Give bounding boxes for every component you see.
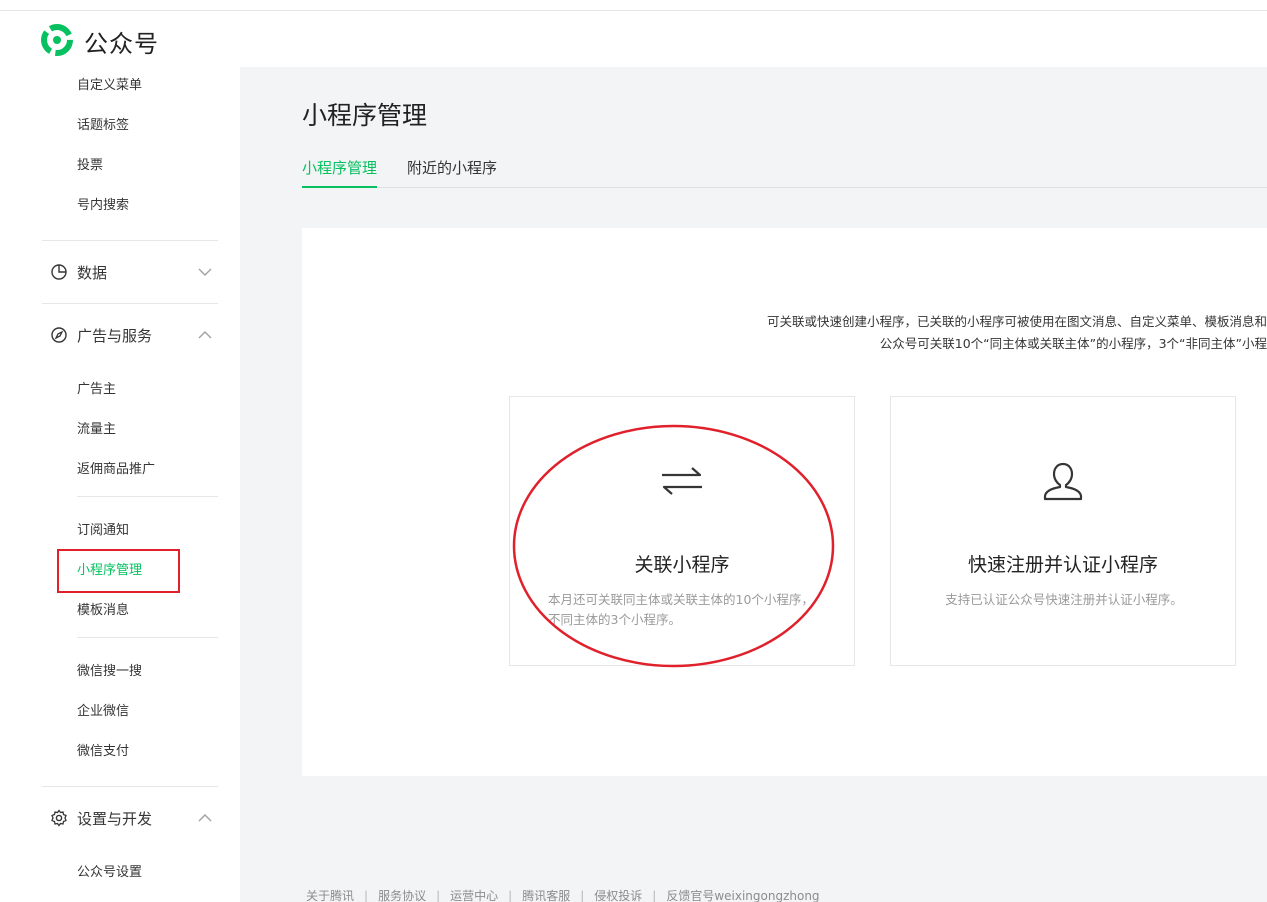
description-line-2: 公众号可关联10个“同主体或关联主体”的小程序，3个“非同主体”小程 (879, 336, 1267, 351)
top-strip (0, 0, 1267, 10)
sidebar-group-label: 广告与服务 (77, 327, 153, 345)
tab-bar: 小程序管理 附近的小程序 (302, 155, 1267, 188)
sidebar-item-advertiser[interactable]: 广告主 (77, 378, 116, 397)
footer-link-terms[interactable]: 服务协议 (378, 887, 426, 902)
footer-link-about[interactable]: 关于腾讯 (306, 887, 354, 902)
sidebar-divider (77, 637, 218, 638)
footer-link-feedback[interactable]: 反馈官号weixingongzhong (666, 887, 819, 902)
chevron-up-icon (198, 814, 212, 822)
footer-link-support[interactable]: 腾讯客服 (522, 887, 570, 902)
card-title: 快速注册并认证小程序 (967, 554, 1158, 576)
sidebar-divider (42, 303, 218, 304)
sidebar-divider (42, 786, 218, 787)
footer-links: 关于腾讯 | 服务协议 | 运营中心 | 腾讯客服 | 侵权投诉 | 反馈官号weixingongz… (306, 887, 820, 902)
sidebar-divider (42, 240, 218, 241)
footer-separator: | (580, 889, 585, 902)
user-icon (1043, 462, 1083, 501)
tab-miniprogram-manage[interactable]: 小程序管理 (302, 157, 378, 188)
highlight-box (57, 549, 180, 593)
pie-chart-icon (51, 264, 67, 280)
sidebar (0, 67, 240, 902)
chevron-up-icon (198, 331, 212, 339)
header-bar: 公众号 (0, 10, 1267, 67)
sidebar-divider (77, 496, 218, 497)
sidebar-item-wechat-search[interactable]: 微信搜一搜 (77, 660, 142, 679)
sidebar-item-commission[interactable]: 返佣商品推广 (77, 458, 155, 477)
card-description: 支持已认证公众号快速注册并认证小程序。 (945, 592, 1183, 607)
footer-separator: | (508, 889, 513, 902)
sidebar-item-vote[interactable]: 投票 (77, 154, 103, 173)
footer-link-operations[interactable]: 运营中心 (450, 887, 498, 902)
tab-nearby-miniprogram[interactable]: 附近的小程序 (407, 157, 497, 188)
sidebar-item-publisher[interactable]: 流量主 (77, 418, 116, 437)
sidebar-group-ads[interactable]: 广告与服务 (50, 324, 218, 348)
sidebar-item-wechat-pay[interactable]: 微信支付 (77, 740, 129, 759)
sidebar-group-settings[interactable]: 设置与开发 (50, 807, 218, 831)
sidebar-group-label: 设置与开发 (77, 810, 153, 828)
sidebar-item-template-msg[interactable]: 模板消息 (77, 599, 129, 618)
sidebar-group-label: 数据 (77, 264, 108, 282)
footer-separator: | (364, 889, 369, 902)
logo-icon[interactable] (40, 23, 74, 57)
description-line-1: 可关联或快速创建小程序，已关联的小程序可被使用在图文消息、自定义菜单、模板消息和 (766, 314, 1267, 329)
footer-link-complaint[interactable]: 侵权投诉 (594, 887, 642, 902)
sidebar-group-data[interactable]: 数据 (50, 261, 218, 285)
footer-separator: | (652, 889, 657, 902)
footer-separator: | (436, 889, 441, 902)
quick-register-card[interactable]: 快速注册并认证小程序 支持已认证公众号快速注册并认证小程序。 (890, 396, 1236, 666)
chevron-down-icon (198, 268, 212, 276)
sidebar-item-subscribe-notice[interactable]: 订阅通知 (77, 519, 129, 538)
sidebar-item-search[interactable]: 号内搜索 (77, 194, 129, 213)
sidebar-item-topic-tags[interactable]: 话题标签 (77, 114, 129, 133)
sidebar-item-account-settings[interactable]: 公众号设置 (77, 861, 142, 880)
brand-title[interactable]: 公众号 (84, 24, 159, 59)
compass-icon (51, 327, 67, 343)
highlight-ellipse (512, 424, 835, 668)
gear-icon (51, 809, 67, 827)
sidebar-item-work-wechat[interactable]: 企业微信 (77, 700, 129, 719)
page-title: 小程序管理 (302, 101, 428, 130)
sidebar-item-custom-menu[interactable]: 自定义菜单 (77, 74, 142, 93)
